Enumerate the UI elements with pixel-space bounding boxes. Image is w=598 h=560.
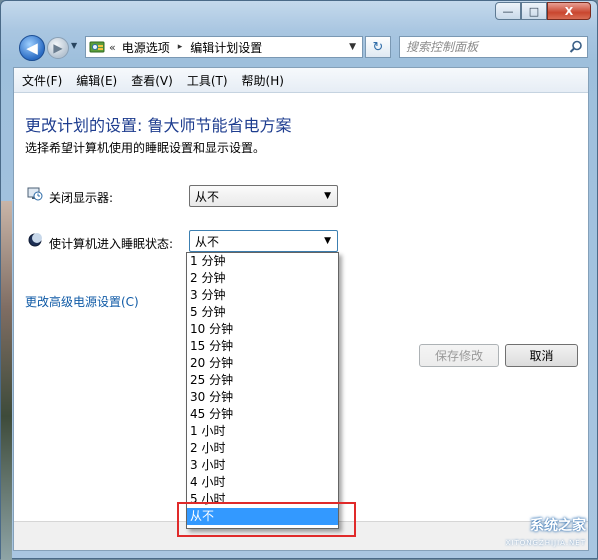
sleep-value: 从不	[195, 234, 220, 249]
page-title: 更改计划的设置: 鲁大师节能省电方案	[25, 116, 292, 135]
search-box[interactable]	[399, 36, 588, 58]
page-subtitle: 选择希望计算机使用的睡眠设置和显示设置。	[25, 141, 266, 155]
dropdown-option[interactable]: 5 分钟	[187, 304, 338, 321]
sleep-select[interactable]: 从不 ▼	[189, 230, 338, 252]
minimize-button[interactable]: —	[495, 2, 521, 20]
moon-sleep-icon	[28, 233, 42, 247]
menu-help[interactable]: 帮助(H)	[242, 72, 284, 89]
dropdown-option[interactable]: 30 分钟	[187, 389, 338, 406]
forward-arrow-icon: ▶	[53, 41, 63, 55]
dropdown-option[interactable]: 15 分钟	[187, 338, 338, 355]
caption-buttons: — □ X	[495, 2, 591, 20]
breadcrumb-item-power-options[interactable]: 电源选项	[122, 39, 170, 56]
chevron-down-icon: ▼	[324, 191, 331, 201]
site-watermark: 系统之家 XITONGZHIJIA.NET	[486, 513, 594, 553]
sleep-label: 使计算机进入睡眠状态:	[49, 237, 174, 251]
watermark-subtext: XITONGZHIJIA.NET	[505, 539, 586, 547]
menu-bar: 文件(F) 编辑(E) 查看(V) 工具(T) 帮助(H)	[14, 68, 588, 93]
display-off-label: 关闭显示器:	[49, 191, 114, 205]
watermark-text: 系统之家	[530, 518, 586, 534]
display-off-value: 从不	[195, 189, 220, 204]
dropdown-option[interactable]: 3 分钟	[187, 287, 338, 304]
chevron-down-icon: ▼	[324, 236, 331, 246]
dropdown-option[interactable]: 3 小时	[187, 457, 338, 474]
search-icon[interactable]	[569, 40, 583, 54]
desktop-background	[1, 201, 12, 560]
dropdown-option[interactable]: 10 分钟	[187, 321, 338, 338]
control-panel-icon	[89, 41, 105, 53]
navigation-bar: ◀ ▶ ▼ « 电源选项 ▸ 编辑计划设置 ▼ ↻	[13, 33, 588, 61]
menu-file[interactable]: 文件(F)	[22, 72, 62, 89]
dropdown-option[interactable]: 25 分钟	[187, 372, 338, 389]
cancel-button[interactable]: 取消	[505, 344, 578, 367]
dropdown-option[interactable]: 2 小时	[187, 440, 338, 457]
sleep-dropdown-list[interactable]: 1 分钟 2 分钟 3 分钟 5 分钟 10 分钟 15 分钟 20 分钟 25 分钟 30 分…	[186, 252, 339, 529]
close-button[interactable]: X	[547, 2, 591, 20]
breadcrumb-arrow-icon[interactable]: ▸	[178, 42, 183, 52]
breadcrumb-overflow[interactable]: «	[109, 41, 116, 54]
display-off-select[interactable]: 从不 ▼	[189, 185, 338, 207]
red-highlight-box	[177, 502, 356, 537]
recent-pages-dropdown[interactable]: ▼	[71, 41, 77, 50]
menu-view[interactable]: 查看(V)	[131, 72, 173, 89]
dropdown-option[interactable]: 1 小时	[187, 423, 338, 440]
monitor-clock-icon	[27, 187, 43, 201]
refresh-button[interactable]: ↻	[365, 36, 391, 58]
save-changes-button[interactable]: 保存修改	[419, 344, 499, 367]
menu-edit[interactable]: 编辑(E)	[76, 72, 117, 89]
chevron-down-icon[interactable]: ▼	[349, 42, 356, 52]
search-input[interactable]	[400, 40, 566, 54]
dropdown-option[interactable]: 1 分钟	[187, 253, 338, 270]
refresh-icon: ↻	[372, 39, 384, 55]
back-arrow-icon: ◀	[26, 39, 38, 57]
forward-button[interactable]: ▶	[47, 37, 69, 59]
maximize-button[interactable]: □	[521, 2, 547, 20]
dropdown-option[interactable]: 20 分钟	[187, 355, 338, 372]
advanced-power-settings-link[interactable]: 更改高级电源设置(C)	[25, 293, 139, 310]
back-button[interactable]: ◀	[19, 35, 45, 61]
dropdown-option[interactable]: 2 分钟	[187, 270, 338, 287]
dropdown-option[interactable]: 4 小时	[187, 474, 338, 491]
menu-tools[interactable]: 工具(T)	[187, 72, 228, 89]
breadcrumb-item-edit-plan[interactable]: 编辑计划设置	[190, 39, 262, 56]
address-bar[interactable]: « 电源选项 ▸ 编辑计划设置 ▼	[85, 36, 363, 58]
dropdown-option[interactable]: 45 分钟	[187, 406, 338, 423]
